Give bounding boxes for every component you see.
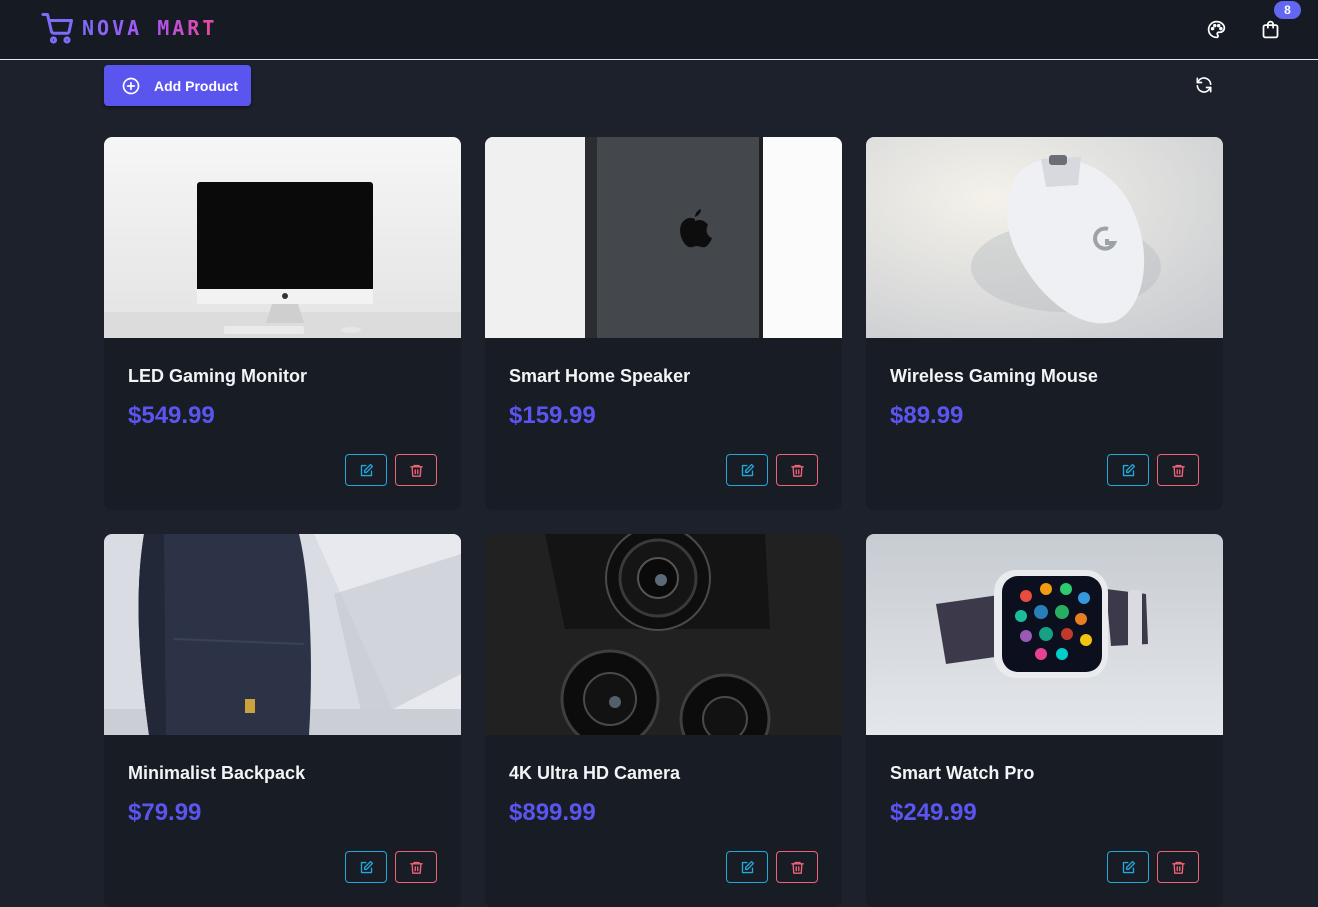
edit-icon [1122,463,1135,476]
product-card: Smart Watch Pro $249.99 [866,534,1223,907]
product-image [485,534,842,735]
product-image [866,534,1223,735]
delete-button[interactable] [776,454,818,486]
product-image [485,137,842,338]
product-card: Minimalist Backpack $79.99 [104,534,461,907]
brand-name: NOVA MART [82,16,218,40]
edit-icon [1122,860,1135,873]
product-title: Smart Home Speaker [509,366,691,386]
camera-lenses-photo [485,534,842,735]
refresh-button[interactable] [1190,71,1218,99]
product-price: $159.99 [509,402,596,429]
iphone-back-photo [485,137,842,338]
delete-button[interactable] [395,851,437,883]
edit-button[interactable] [345,454,387,486]
delete-button[interactable] [1157,454,1199,486]
product-price: $249.99 [890,799,977,826]
imac-monitor-photo [104,137,461,338]
navy-backpack-photo [104,534,461,735]
product-card: Smart Home Speaker $159.99 [485,137,842,510]
trash-icon [409,464,423,477]
edit-icon [360,463,373,476]
edit-icon [741,860,754,873]
product-price: $899.99 [509,799,596,826]
theme-button[interactable] [1200,13,1232,45]
delete-button[interactable] [1157,851,1199,883]
product-image [104,534,461,735]
trash-icon [1171,861,1185,874]
plus-circle-icon [122,77,140,94]
navbar: NOVA MART 8 [0,0,1318,60]
product-title: Smart Watch Pro [890,763,1035,783]
trash-icon [790,464,804,477]
shopping-bag-icon [1262,20,1278,38]
product-card: 4K Ultra HD Camera $899.99 [485,534,842,907]
product-title: 4K Ultra HD Camera [509,763,681,783]
edit-button[interactable] [726,454,768,486]
product-price: $89.99 [890,402,964,429]
delete-button[interactable] [776,851,818,883]
edit-button[interactable] [1107,454,1149,486]
product-title: Minimalist Backpack [128,763,306,783]
add-product-button[interactable]: Add Product [104,65,251,106]
trash-icon [409,861,423,874]
cart-count-badge: 8 [1274,1,1301,19]
product-image [104,137,461,338]
smartwatch-photo [866,534,1223,735]
delete-button[interactable] [395,454,437,486]
edit-button[interactable] [345,851,387,883]
product-card: Wireless Gaming Mouse $89.99 [866,137,1223,510]
palette-icon [1207,20,1225,38]
trash-icon [1171,464,1185,477]
product-price: $79.99 [128,799,202,826]
edit-icon [741,463,754,476]
white-mouse-photo [866,137,1223,338]
product-price: $549.99 [128,402,215,429]
edit-icon [360,860,373,873]
product-title: Wireless Gaming Mouse [890,366,1098,386]
refresh-icon [1196,77,1212,93]
add-product-label: Add Product [154,77,238,94]
cart-logo-icon [41,13,73,44]
brand-logo[interactable]: NOVA MART [40,10,217,46]
product-title: LED Gaming Monitor [128,366,307,386]
trash-icon [790,861,804,874]
edit-button[interactable] [726,851,768,883]
edit-button[interactable] [1107,851,1149,883]
product-card: LED Gaming Monitor $549.99 [104,137,461,510]
product-image [866,137,1223,338]
